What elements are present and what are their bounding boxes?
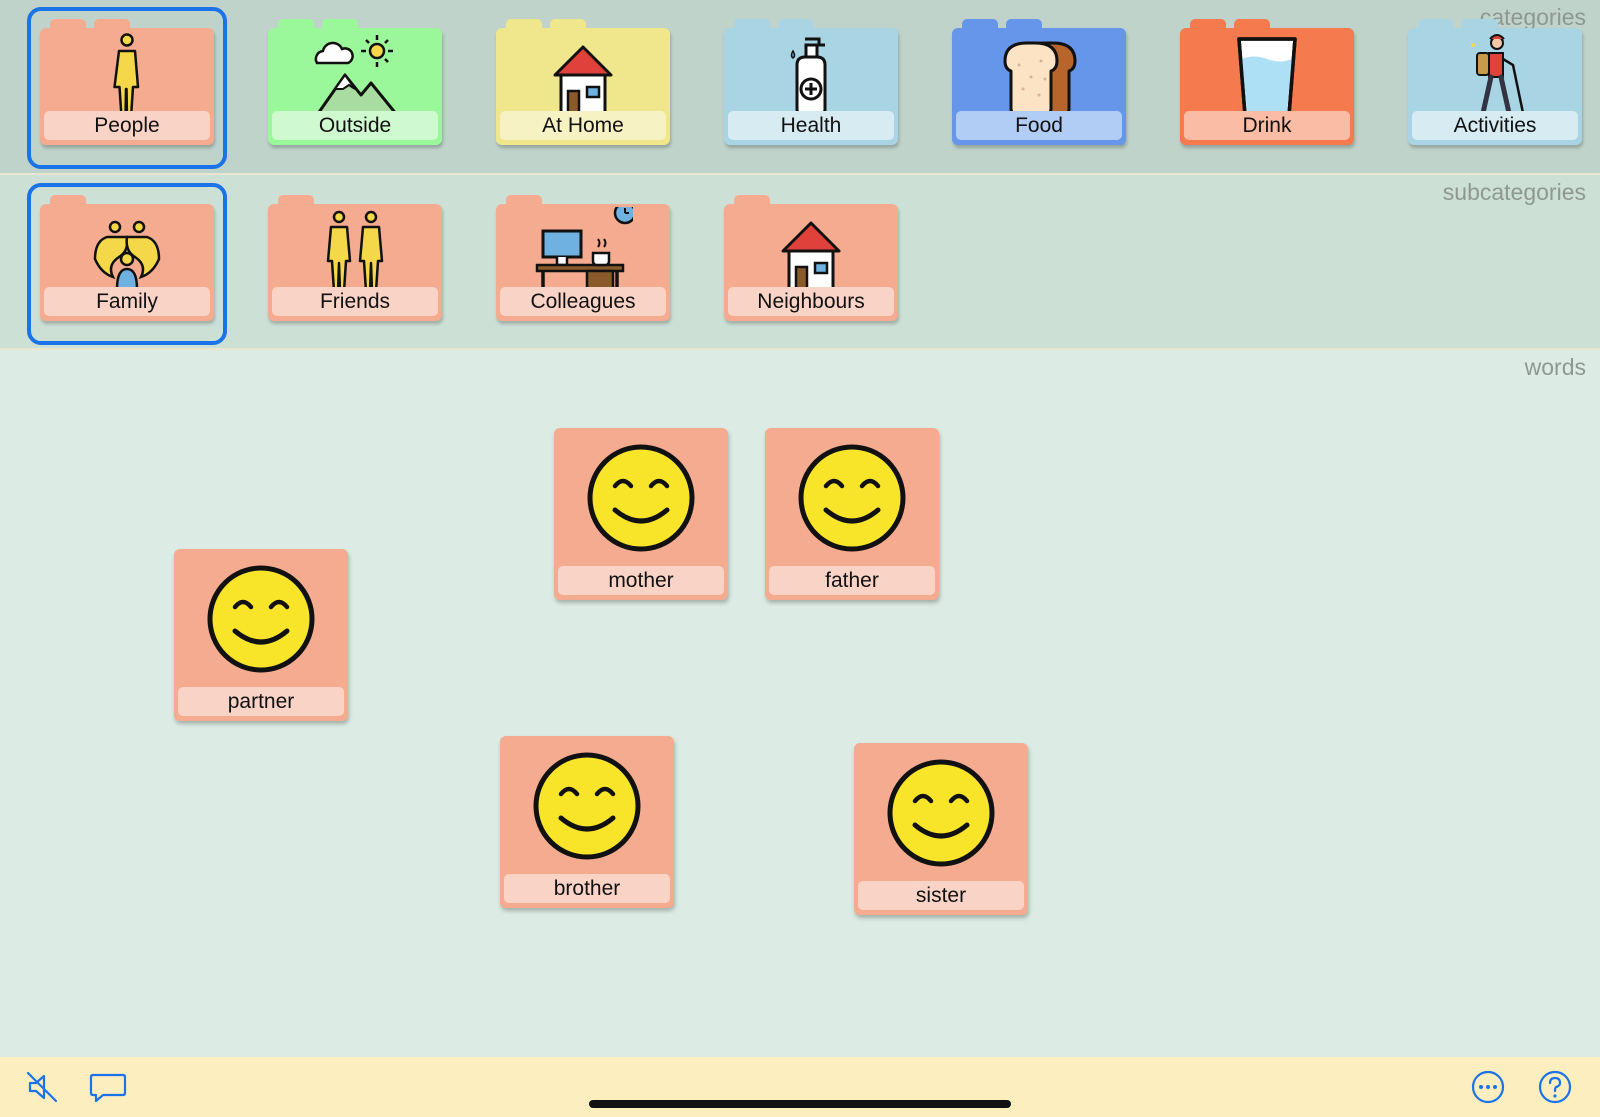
house-icon: [781, 221, 841, 291]
subcategory-friends[interactable]: Friends: [268, 195, 442, 321]
subcategory-colleagues[interactable]: Colleagues: [496, 195, 670, 321]
more-options-icon[interactable]: [1468, 1067, 1508, 1107]
person-icon: [113, 33, 140, 119]
friends-icon: [326, 210, 384, 293]
category-label: Health: [728, 111, 894, 140]
category-drink[interactable]: Drink: [1180, 19, 1354, 145]
subcategory-label: Family: [44, 287, 210, 316]
word-label: father: [769, 566, 935, 595]
word-card-father[interactable]: father: [765, 428, 939, 600]
words-section-label: words: [1524, 354, 1586, 380]
word-label: partner: [178, 687, 344, 716]
category-label: People: [44, 111, 210, 140]
category-food[interactable]: Food: [952, 19, 1126, 145]
soap-bottle-icon: [790, 37, 827, 117]
family-icon: [93, 220, 161, 291]
category-activities[interactable]: Activities: [1408, 19, 1582, 145]
bottom-toolbar: [0, 1057, 1600, 1117]
category-label: Activities: [1412, 111, 1578, 140]
subcategory-label: Friends: [272, 287, 438, 316]
subcategory-label: Neighbours: [728, 287, 894, 316]
house-icon: [553, 45, 613, 115]
smiley-face-icon: [887, 759, 995, 867]
help-icon[interactable]: [1535, 1067, 1575, 1107]
subcategory-neighbours[interactable]: Neighbours: [724, 195, 898, 321]
word-label: mother: [558, 566, 724, 595]
smiley-face-icon: [798, 444, 906, 552]
outdoors-icon: [314, 35, 399, 117]
speaker-muted-icon[interactable]: [22, 1067, 62, 1107]
word-card-partner[interactable]: partner: [174, 549, 348, 721]
smiley-face-icon: [207, 565, 315, 673]
glass-of-water-icon: [1237, 37, 1297, 117]
speech-bubble-icon[interactable]: [88, 1067, 128, 1107]
category-people[interactable]: People: [40, 19, 214, 145]
category-outside[interactable]: Outside: [268, 19, 442, 145]
word-card-sister[interactable]: sister: [854, 743, 1028, 915]
subcategory-family[interactable]: Family: [40, 195, 214, 321]
word-label: sister: [858, 881, 1024, 910]
word-card-mother[interactable]: mother: [554, 428, 728, 600]
office-desk-icon: [535, 207, 633, 293]
subcategories-section-label: subcategories: [1442, 179, 1586, 205]
smiley-face-icon: [587, 444, 695, 552]
category-at-home[interactable]: At Home: [496, 19, 670, 145]
category-health[interactable]: Health: [724, 19, 898, 145]
home-indicator[interactable]: [589, 1100, 1011, 1108]
category-label: At Home: [500, 111, 666, 140]
hiker-icon: [1471, 34, 1525, 116]
category-label: Drink: [1184, 111, 1350, 140]
bread-icon: [1003, 41, 1077, 115]
category-label: Outside: [272, 111, 438, 140]
subcategory-label: Colleagues: [500, 287, 666, 316]
smiley-face-icon: [533, 752, 641, 860]
category-label: Food: [956, 111, 1122, 140]
word-card-brother[interactable]: brother: [500, 736, 674, 908]
word-label: brother: [504, 874, 670, 903]
